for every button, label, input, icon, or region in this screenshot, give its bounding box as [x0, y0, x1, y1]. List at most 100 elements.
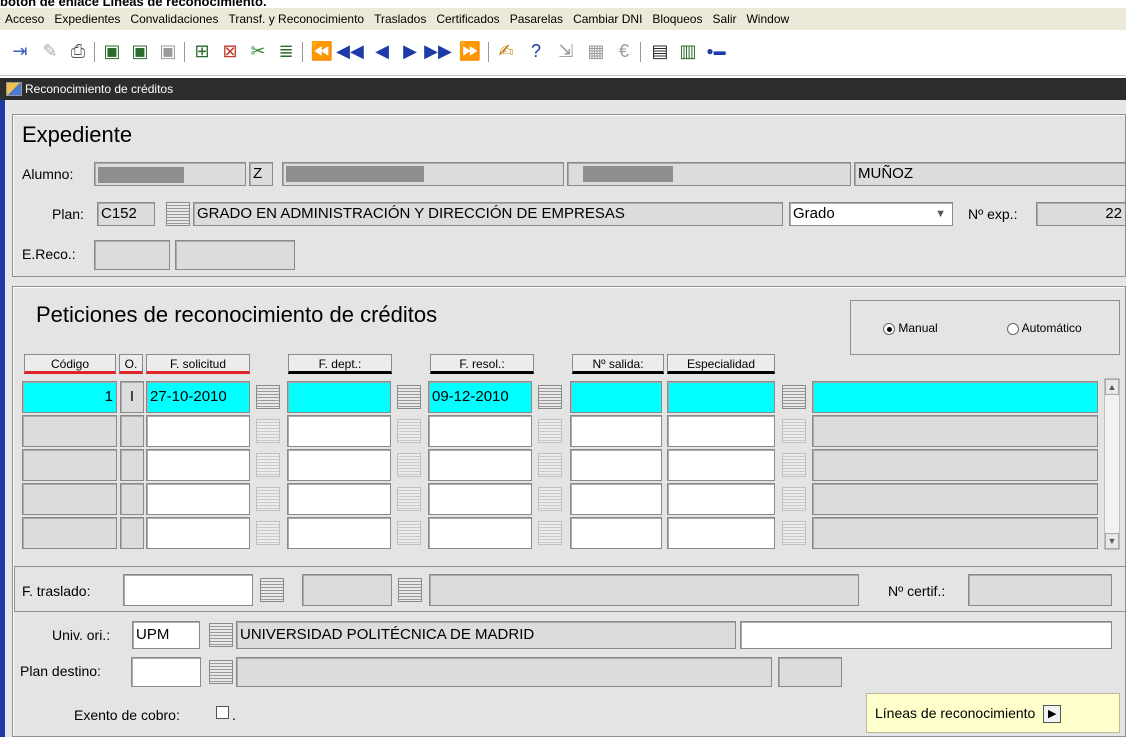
row5-codigo[interactable]: [22, 517, 117, 549]
row5-f-dept-lov[interactable]: [397, 521, 421, 545]
count-query-icon[interactable]: ▣: [156, 38, 180, 64]
scroll-down-icon[interactable]: ▼: [1105, 533, 1119, 549]
row1-n-salida[interactable]: [570, 381, 662, 413]
row4-f-dept[interactable]: [287, 483, 391, 515]
row4-f-solicitud[interactable]: [146, 483, 250, 515]
menu-pasarelas[interactable]: Pasarelas: [510, 12, 563, 26]
plan-lov-button[interactable]: [166, 202, 190, 226]
row5-orden[interactable]: [120, 517, 144, 549]
header-f-dept[interactable]: F. dept.:: [288, 354, 392, 374]
plan-name-field[interactable]: GRADO EN ADMINISTRACIÓN Y DIRECCIÓN DE E…: [193, 202, 783, 226]
row4-especialidad[interactable]: [667, 483, 775, 515]
menu-bloqueos[interactable]: Bloqueos: [652, 12, 702, 26]
next-record-icon[interactable]: ▶: [398, 38, 422, 64]
row3-f-solicitud-lov[interactable]: [256, 453, 280, 477]
list-values-icon[interactable]: ⇲: [554, 38, 578, 64]
row3-especialidad[interactable]: [667, 449, 775, 481]
univ-ori-name-field[interactable]: UNIVERSIDAD POLITÉCNICA DE MADRID: [236, 621, 736, 649]
row5-especialidad-lov[interactable]: [782, 521, 806, 545]
row1-especialidad[interactable]: [667, 381, 775, 413]
exento-checkbox[interactable]: [216, 706, 229, 719]
open-folder-icon[interactable]: ✎: [38, 38, 62, 64]
report-icon[interactable]: ▤: [648, 38, 672, 64]
f-traslado-field[interactable]: [123, 574, 253, 606]
menu-convalidaciones[interactable]: Convalidaciones: [130, 12, 218, 26]
univ-ori-lov[interactable]: [209, 623, 233, 647]
menu-expedientes[interactable]: Expedientes: [54, 12, 120, 26]
menu-window[interactable]: Window: [746, 12, 789, 26]
traslado-name-field[interactable]: [429, 574, 859, 606]
row1-codigo[interactable]: 1: [22, 381, 117, 413]
manual-option[interactable]: Manual: [883, 321, 938, 335]
n-certif-field[interactable]: [968, 574, 1112, 606]
row2-codigo[interactable]: [22, 415, 117, 447]
row4-f-dept-lov[interactable]: [397, 487, 421, 511]
row1-f-solicitud-lov[interactable]: [256, 385, 280, 409]
records-scrollbar[interactable]: ▲ ▼: [1104, 378, 1120, 550]
alumno-apellido2-field[interactable]: MUÑOZ: [854, 162, 1126, 186]
univ-ori-extra-field[interactable]: [740, 621, 1112, 649]
row2-especialidad-lov[interactable]: [782, 419, 806, 443]
row2-n-salida[interactable]: [570, 415, 662, 447]
plan-type-select[interactable]: Grado ▼: [789, 202, 953, 226]
row3-f-dept[interactable]: [287, 449, 391, 481]
row2-f-resol[interactable]: [428, 415, 532, 447]
print-icon[interactable]: ⎙: [66, 38, 90, 64]
alumno-apellido1-field[interactable]: [567, 162, 851, 186]
row2-f-resol-lov[interactable]: [538, 419, 562, 443]
row5-f-resol[interactable]: [428, 517, 532, 549]
row1-f-resol[interactable]: 09-12-2010: [428, 381, 532, 413]
row2-especialidad[interactable]: [667, 415, 775, 447]
row3-orden[interactable]: [120, 449, 144, 481]
traslado-code-field[interactable]: [302, 574, 392, 606]
row1-f-resol-lov[interactable]: [538, 385, 562, 409]
report-print-icon[interactable]: ▥: [676, 38, 700, 64]
previous-block-icon[interactable]: ◀◀: [336, 38, 364, 64]
nexp-field[interactable]: 22: [1036, 202, 1126, 226]
plan-code-field[interactable]: C152: [97, 202, 155, 226]
help-icon[interactable]: ?: [524, 38, 548, 64]
row1-descripcion[interactable]: [812, 381, 1098, 413]
lineas-reconocimiento-button[interactable]: Líneas de reconocimiento ▶: [866, 693, 1120, 733]
row3-n-salida[interactable]: [570, 449, 662, 481]
row1-orden[interactable]: I: [120, 381, 144, 413]
previous-record-icon[interactable]: ◀: [370, 38, 394, 64]
edit-icon[interactable]: ✍: [494, 38, 518, 64]
plan-destino-lov[interactable]: [209, 660, 233, 684]
alumno-dni-field[interactable]: [94, 162, 246, 186]
header-n-salida[interactable]: Nº salida:: [572, 354, 664, 374]
row4-especialidad-lov[interactable]: [782, 487, 806, 511]
calendar-icon[interactable]: ▦: [584, 38, 608, 64]
row5-f-dept[interactable]: [287, 517, 391, 549]
f-traslado-lov[interactable]: [260, 578, 284, 602]
menu-salir[interactable]: Salir: [712, 12, 736, 26]
row4-n-salida[interactable]: [570, 483, 662, 515]
row1-f-dept-lov[interactable]: [397, 385, 421, 409]
execute-query-icon[interactable]: ▣: [128, 38, 152, 64]
ereco-code-field[interactable]: [94, 240, 170, 270]
header-f-solicitud[interactable]: F. solicitud: [146, 354, 250, 374]
save-icon[interactable]: ≣: [274, 38, 298, 64]
row3-f-solicitud[interactable]: [146, 449, 250, 481]
menu-cambiar-dni[interactable]: Cambiar DNI: [573, 12, 642, 26]
alumno-nombre-field[interactable]: [282, 162, 564, 186]
alumno-initial-field[interactable]: Z: [249, 162, 273, 186]
row4-f-resol-lov[interactable]: [538, 487, 562, 511]
menu-transf-reconocimiento[interactable]: Transf. y Reconocimiento: [228, 12, 364, 26]
traslado-lov[interactable]: [398, 578, 422, 602]
euro-icon[interactable]: €: [612, 38, 636, 64]
row1-f-solicitud[interactable]: 27-10-2010: [146, 381, 250, 413]
row2-f-solicitud[interactable]: [146, 415, 250, 447]
menu-traslados[interactable]: Traslados: [374, 12, 426, 26]
row4-f-solicitud-lov[interactable]: [256, 487, 280, 511]
query-icon[interactable]: ▣: [100, 38, 124, 64]
header-codigo[interactable]: Código: [24, 354, 116, 374]
scroll-up-icon[interactable]: ▲: [1105, 379, 1119, 395]
row5-f-solicitud-lov[interactable]: [256, 521, 280, 545]
row1-f-dept[interactable]: [287, 381, 391, 413]
manual-radio[interactable]: [883, 322, 895, 335]
automatico-radio[interactable]: [1007, 322, 1019, 335]
row4-f-resol[interactable]: [428, 483, 532, 515]
row2-orden[interactable]: [120, 415, 144, 447]
row3-codigo[interactable]: [22, 449, 117, 481]
